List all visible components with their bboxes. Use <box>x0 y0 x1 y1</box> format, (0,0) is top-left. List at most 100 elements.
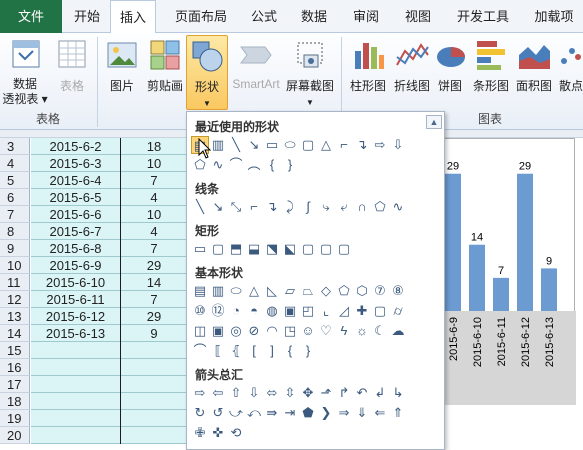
shapes-button[interactable]: 形状 ▼ <box>186 35 228 110</box>
date-cell[interactable] <box>31 376 121 393</box>
octagon-shape-icon[interactable]: ⑧ <box>389 282 407 300</box>
value-cell[interactable] <box>122 427 186 444</box>
chevron-shape-icon[interactable]: ❯ <box>317 404 335 422</box>
u-turn-arrow-shape-icon[interactable]: ↶ <box>353 384 371 402</box>
date-cell[interactable]: 2015-6-7 <box>31 223 121 240</box>
pie-chart-button[interactable]: 饼图 <box>434 35 466 107</box>
scribble-shape-icon[interactable]: ∿ <box>389 198 407 216</box>
bent-arrow-shape-icon[interactable]: ↱ <box>335 384 353 402</box>
textbox-shape-icon[interactable]: ▤ <box>191 282 209 300</box>
date-cell[interactable]: 2015-6-5 <box>31 189 121 206</box>
elbow-connector-shape-icon[interactable]: ⌐ <box>335 136 353 154</box>
value-cell[interactable]: 18 <box>122 138 186 155</box>
bent-up-arrow-shape-icon[interactable]: ↳ <box>389 384 407 402</box>
curved-up-arrow-shape-icon[interactable]: ⤻ <box>227 404 245 422</box>
row-number[interactable]: 10 <box>0 257 30 274</box>
left-bracket-shape-icon[interactable]: [ <box>245 342 263 360</box>
arrow-line-shape-icon[interactable]: ↘ <box>245 136 263 154</box>
chart-bar[interactable] <box>517 173 533 311</box>
line-shape-icon[interactable]: ╲ <box>227 136 245 154</box>
row-number[interactable]: 13 <box>0 308 30 325</box>
right-brace-shape-icon[interactable]: } <box>299 342 317 360</box>
snip-same-side-rectangle-shape-icon[interactable]: ⬔ <box>263 240 281 258</box>
bar-chart-button[interactable]: 条形图 <box>470 35 512 107</box>
curved-connector-shape-icon[interactable]: ∫ <box>299 198 317 216</box>
tab-home[interactable]: 开始 <box>66 0 108 33</box>
circular-arrow-shape-icon[interactable]: ⟲ <box>227 424 245 442</box>
value-cell[interactable]: 10 <box>122 155 186 172</box>
dodecagon-shape-icon[interactable]: ⑫ <box>209 302 227 320</box>
teardrop-shape-icon[interactable]: ◍ <box>263 302 281 320</box>
gallery-scroll-up-button[interactable]: ▲ <box>426 115 442 129</box>
double-arrow-line-shape-icon[interactable]: ⤡ <box>227 198 245 216</box>
tab-formulas[interactable]: 公式 <box>244 0 284 33</box>
date-cell[interactable]: 2015-6-3 <box>31 155 121 172</box>
block-arc-shape-icon[interactable]: ◠ <box>263 322 281 340</box>
value-cell[interactable] <box>122 410 186 427</box>
curve-shape-icon[interactable]: ⌒ <box>227 156 245 174</box>
date-cell[interactable] <box>31 359 121 376</box>
date-cell[interactable]: 2015-6-13 <box>31 325 121 342</box>
left-arrow-shape-icon[interactable]: ⇦ <box>209 384 227 402</box>
striped-right-arrow-shape-icon[interactable]: ⇛ <box>263 404 281 422</box>
notched-right-arrow-shape-icon[interactable]: ⇥ <box>281 404 299 422</box>
scatter-chart-button[interactable]: 散点 <box>556 35 583 107</box>
right-arrow-shape-icon[interactable]: ⇨ <box>371 136 389 154</box>
triangle-shape-icon[interactable]: △ <box>245 282 263 300</box>
date-cell[interactable] <box>31 427 121 444</box>
tab-addins[interactable]: 加载项 <box>526 0 582 33</box>
round-same-side-rectangle-shape-icon[interactable]: ▢ <box>335 240 353 258</box>
chart-bar[interactable] <box>445 173 461 311</box>
oval-shape-icon[interactable]: ⬭ <box>281 136 299 154</box>
parallelogram-shape-icon[interactable]: ▱ <box>281 282 299 300</box>
chart-bar[interactable] <box>541 268 557 311</box>
row-number[interactable]: 8 <box>0 223 30 240</box>
right-triangle-shape-icon[interactable]: ◺ <box>263 282 281 300</box>
curved-double-arrow-connector-shape-icon[interactable]: ⤶ <box>335 198 353 216</box>
date-cell[interactable]: 2015-6-6 <box>31 206 121 223</box>
chord-shape-icon[interactable]: ◓ <box>245 302 263 320</box>
smiley-face-shape-icon[interactable]: ☺ <box>299 322 317 340</box>
left-right-arrow-shape-icon[interactable]: ⬄ <box>263 384 281 402</box>
vertical-textbox-shape-icon[interactable]: ▥ <box>209 282 227 300</box>
date-cell[interactable]: 2015-6-9 <box>31 257 121 274</box>
moon-shape-icon[interactable]: ☾ <box>371 322 389 340</box>
curved-right-arrow-shape-icon[interactable]: ↻ <box>191 404 209 422</box>
snip-diagonal-rectangle-shape-icon[interactable]: ⬓ <box>245 240 263 258</box>
row-number[interactable]: 18 <box>0 393 30 410</box>
date-cell[interactable]: 2015-6-4 <box>31 172 121 189</box>
elbow-arrow-connector-shape-icon[interactable]: ↴ <box>263 198 281 216</box>
cloud-shape-icon[interactable]: ☁ <box>389 322 407 340</box>
value-cell[interactable] <box>122 376 186 393</box>
date-cell[interactable] <box>31 410 121 427</box>
row-number[interactable]: 11 <box>0 274 30 291</box>
value-cell[interactable]: 29 <box>122 257 186 274</box>
half-frame-shape-icon[interactable]: ◰ <box>299 302 317 320</box>
curved-arrow-connector-shape-icon[interactable]: ⤷ <box>317 198 335 216</box>
column-chart[interactable]: 29 2015-6-9 14 2015-6-10 7 2015-6-11 29 2015-6-… <box>440 138 576 405</box>
date-cell[interactable]: 2015-6-11 <box>31 291 121 308</box>
freeform-shape-icon[interactable]: ⬠ <box>371 198 389 216</box>
date-cell[interactable]: 2015-6-2 <box>31 138 121 155</box>
left-brace-shape-icon[interactable]: { <box>281 342 299 360</box>
arc-shape-icon[interactable]: ︵ <box>245 156 263 174</box>
chart-bar[interactable] <box>493 277 509 311</box>
up-arrow-shape-icon[interactable]: ⇧ <box>227 384 245 402</box>
triangle-shape-icon[interactable]: △ <box>317 136 335 154</box>
double-bracket-shape-icon[interactable]: ⟦ <box>209 342 227 360</box>
row-number[interactable]: 5 <box>0 172 30 189</box>
value-cell[interactable]: 4 <box>122 189 186 206</box>
down-arrow-callout-shape-icon[interactable]: ⇓ <box>353 404 371 422</box>
row-number[interactable]: 17 <box>0 376 30 393</box>
line-shape-icon[interactable]: ╲ <box>191 198 209 216</box>
plaque-shape-icon[interactable]: ▢ <box>371 302 389 320</box>
elbow-arrow-connector-shape-icon[interactable]: ↴ <box>353 136 371 154</box>
quad-arrow-shape-icon[interactable]: ✥ <box>299 384 317 402</box>
pentagon-arrow-shape-icon[interactable]: ⬟ <box>299 404 317 422</box>
date-cell[interactable]: 2015-6-8 <box>31 240 121 257</box>
value-cell[interactable] <box>122 393 186 410</box>
tab-developer[interactable]: 开发工具 <box>448 0 518 33</box>
round-corner-rectangle-shape-icon[interactable]: ▢ <box>299 240 317 258</box>
arc-shape-icon[interactable]: ⌒ <box>191 342 209 360</box>
snip-round-rectangle-shape-icon[interactable]: ⬕ <box>281 240 299 258</box>
